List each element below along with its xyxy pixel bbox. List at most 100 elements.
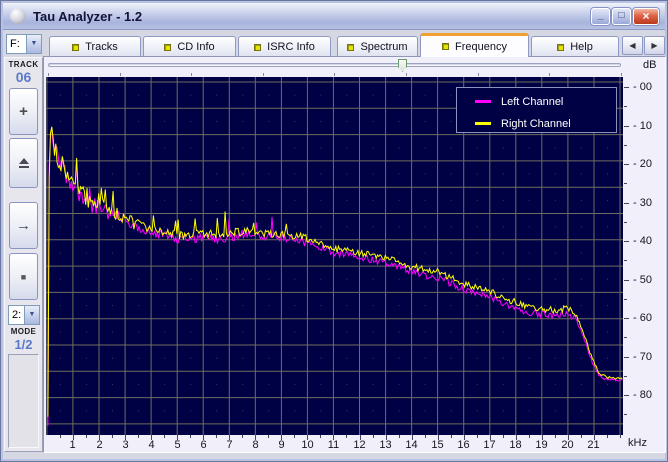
mode-combo[interactable]: 2: ▼	[8, 305, 40, 325]
x-tick-minor	[268, 435, 269, 438]
y-tick-minor	[624, 106, 627, 107]
legend: Left ChannelRight Channel	[456, 87, 617, 133]
tab-cd-info[interactable]: CD Info	[143, 36, 236, 57]
flag-icon	[164, 44, 171, 51]
tab-spectrum[interactable]: Spectrum	[337, 36, 418, 57]
x-tick-minor	[503, 435, 504, 438]
tab-help[interactable]: Help	[531, 36, 619, 57]
y-axis-unit-label: dB	[643, 59, 656, 71]
slider-tick	[406, 73, 407, 76]
legend-label: Right Channel	[501, 118, 571, 130]
x-tick-minor	[373, 435, 374, 438]
track-label: TRACK	[5, 60, 42, 69]
tab-scroll-right-button[interactable]: ▶	[644, 36, 665, 55]
slider-tick	[263, 73, 264, 76]
tab-isrc-info[interactable]: ISRC Info	[238, 36, 331, 57]
y-tick-label: - 00	[633, 81, 663, 93]
minimize-button[interactable]: _	[591, 8, 610, 25]
x-tick-label: 17	[479, 439, 500, 451]
y-tick-major	[624, 126, 629, 127]
titlebar[interactable]: Tau Analyzer - 1.2 _□×	[3, 3, 665, 30]
close-icon: ×	[642, 9, 649, 23]
x-tick-label: 4	[141, 439, 162, 451]
y-tick-minor	[624, 222, 627, 223]
x-tick-minor	[112, 435, 113, 438]
tab-label: ISRC Info	[267, 41, 315, 53]
stop-button[interactable]: ■	[9, 253, 38, 300]
right-channel-curve	[48, 127, 622, 417]
x-tick-label: 2	[89, 439, 110, 451]
flag-icon	[347, 44, 354, 51]
x-tick-label: 18	[505, 439, 526, 451]
y-tick-label: - 50	[633, 274, 663, 286]
x-tick-label: 13	[375, 439, 396, 451]
mode-combo-value: 2:	[9, 306, 24, 324]
y-tick-minor	[624, 299, 627, 300]
x-tick-minor	[216, 435, 217, 438]
tab-label: Help	[570, 41, 593, 53]
spectrum-plot: Left ChannelRight Channel	[46, 77, 623, 435]
x-tick-label: 9	[271, 439, 292, 451]
y-tick-label: - 10	[633, 120, 663, 132]
plus-button[interactable]: +	[9, 88, 38, 135]
flag-icon	[254, 44, 261, 51]
x-tick-minor	[242, 435, 243, 438]
y-tick-label: - 30	[633, 197, 663, 209]
y-tick-major	[624, 395, 629, 396]
legend-item: Right Channel	[475, 115, 616, 132]
x-tick-minor	[620, 435, 621, 438]
eject-button[interactable]	[9, 138, 38, 188]
y-tick-label: - 60	[633, 312, 663, 324]
flag-icon	[72, 44, 79, 51]
x-axis-unit-label: kHz	[628, 437, 647, 449]
y-tick-major	[624, 280, 629, 281]
eject-icon	[18, 158, 30, 168]
x-tick-label: 21	[583, 439, 604, 451]
tab-bar: TracksCD Info ISRC Info SpectrumFrequency H…	[1, 33, 668, 57]
frequency-slider[interactable]	[46, 58, 623, 76]
x-tick-label: 6	[193, 439, 214, 451]
next-button[interactable]: →	[9, 202, 38, 249]
slider-tick	[549, 73, 550, 76]
x-tick-label: 12	[349, 439, 370, 451]
x-axis: 123456789101112131415161718192021	[46, 435, 623, 452]
x-tick-label: 5	[167, 439, 188, 451]
y-tick-minor	[624, 183, 627, 184]
chevron-down-icon[interactable]: ▼	[24, 306, 39, 324]
y-tick-minor	[624, 145, 627, 146]
x-tick-label: 3	[115, 439, 136, 451]
x-tick-label: 10	[297, 439, 318, 451]
tab-tracks[interactable]: Tracks	[49, 36, 141, 57]
x-tick-minor	[320, 435, 321, 438]
maximize-button[interactable]: □	[612, 8, 631, 25]
slider-groove[interactable]	[48, 63, 621, 67]
slider-tick	[120, 73, 121, 76]
slider-tick	[334, 73, 335, 76]
close-button[interactable]: ×	[633, 8, 659, 25]
x-tick-minor	[138, 435, 139, 438]
mode-value: 1/2	[5, 337, 42, 352]
slider-thumb[interactable]	[398, 59, 407, 72]
plus-icon: +	[19, 103, 28, 120]
slider-tick	[478, 73, 479, 76]
tab-scroll-left-button[interactable]: ◀	[622, 36, 643, 55]
legend-color-dash	[475, 122, 491, 125]
tab-frequency[interactable]: Frequency	[420, 33, 529, 57]
x-tick-minor	[451, 435, 452, 438]
x-tick-minor	[86, 435, 87, 438]
y-tick-major	[624, 357, 629, 358]
x-tick-minor	[425, 435, 426, 438]
app-icon	[10, 8, 26, 24]
y-tick-label: - 40	[633, 235, 663, 247]
x-tick-label: 14	[401, 439, 422, 451]
sidebar-empty-panel	[8, 354, 39, 448]
mode-label: MODE	[5, 327, 42, 336]
minimize-icon: _	[598, 10, 604, 21]
x-tick-label: 15	[427, 439, 448, 451]
x-tick-minor	[164, 435, 165, 438]
x-tick-minor	[555, 435, 556, 438]
slider-tick	[621, 73, 622, 76]
track-number: 06	[5, 69, 42, 85]
x-tick-minor	[399, 435, 400, 438]
arrow-left-icon: ◀	[629, 41, 635, 50]
